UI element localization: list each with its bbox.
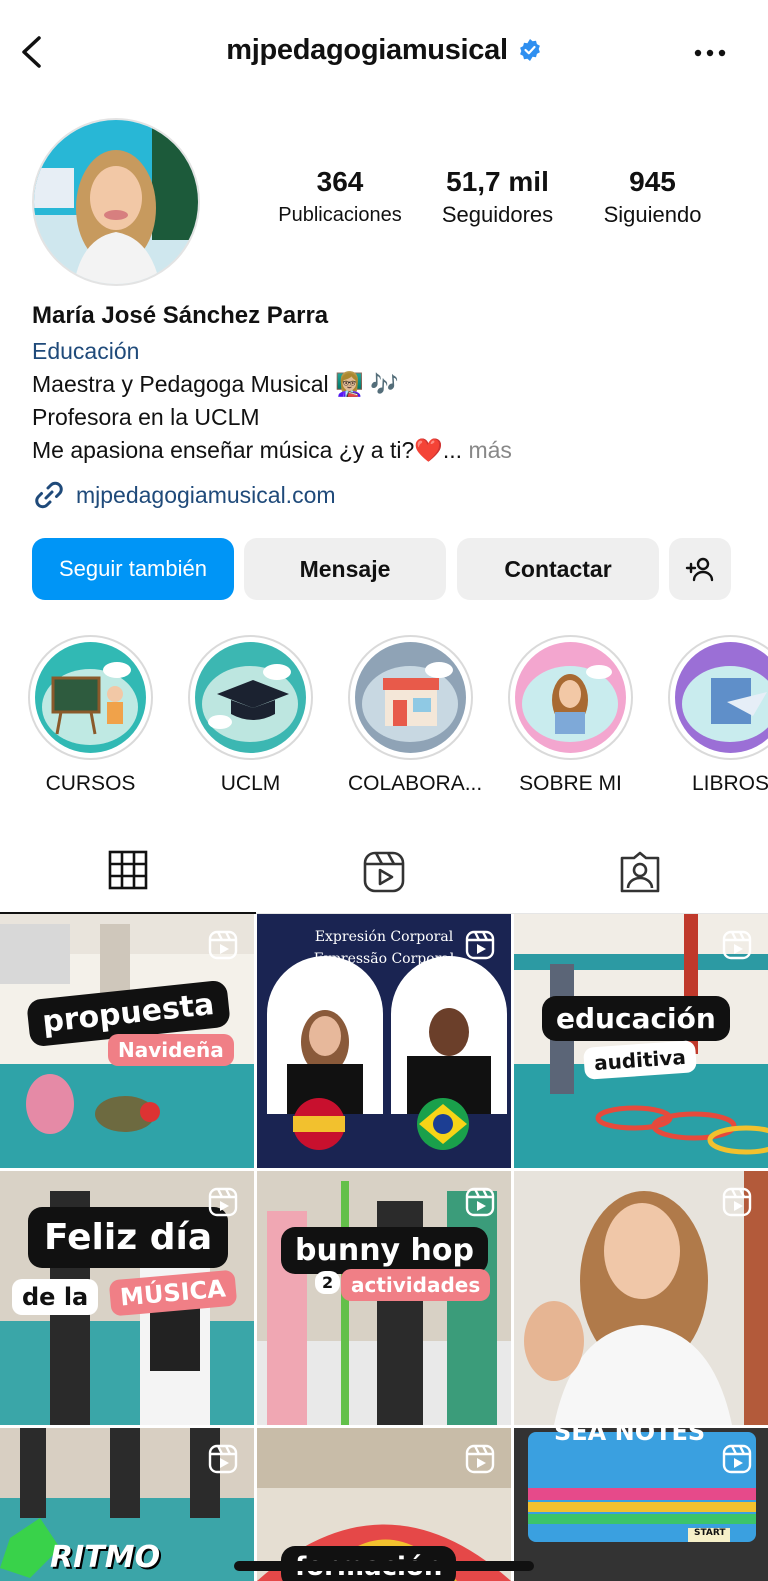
- avatar-photo: [34, 120, 198, 284]
- highlight-cover: [675, 642, 768, 753]
- following-count: 945: [629, 166, 676, 197]
- website-link[interactable]: mjpedagogiamusical.com: [32, 475, 752, 515]
- profile-avatar[interactable]: [32, 118, 200, 286]
- reel-indicator-icon: [208, 1444, 238, 1474]
- tagged-icon: [620, 851, 660, 893]
- post-subtitle-1: de la: [12, 1279, 99, 1315]
- post-tile[interactable]: bunny hop 2 actividades: [257, 1171, 511, 1425]
- highlight-cover: [35, 642, 146, 753]
- bio-line-3-text: Me apasiona enseñar música ¿y a ti?❤️...: [32, 437, 463, 463]
- top-bar: mjpedagogiamusical: [0, 0, 768, 106]
- highlight-ring: [668, 635, 768, 760]
- highlight-cursos[interactable]: CURSOS: [28, 635, 153, 796]
- message-button[interactable]: Mensaje: [244, 538, 446, 600]
- post-tile[interactable]: [514, 1171, 768, 1425]
- post-tile[interactable]: propuesta Navideña: [0, 914, 254, 1168]
- posts-label: Publicaciones: [278, 204, 402, 226]
- reel-indicator-icon: [722, 1187, 752, 1217]
- reel-indicator-icon: [465, 1444, 495, 1474]
- tab-grid[interactable]: [0, 838, 256, 914]
- post-subtitle: actividades: [341, 1269, 491, 1301]
- post-title: SEA NOTES: [554, 1428, 706, 1446]
- posts-stat[interactable]: 364 Publicaciones: [260, 165, 420, 231]
- reel-indicator-icon: [208, 930, 238, 960]
- profile-stats: 364 Publicaciones 51,7 mil Seguidores 94…: [260, 165, 740, 235]
- post-tile[interactable]: Feliz día de la MÚSICA: [0, 1171, 254, 1425]
- highlight-label: CURSOS: [45, 772, 136, 795]
- highlight-cover: [195, 642, 306, 753]
- highlight-ring: [188, 635, 313, 760]
- profile-bio: María José Sánchez Parra Educación Maest…: [32, 298, 752, 515]
- profile-username-header: mjpedagogiamusical: [0, 34, 768, 67]
- reels-icon: [363, 851, 405, 893]
- post-tile[interactable]: educación auditiva: [514, 914, 768, 1168]
- add-person-icon: [685, 557, 714, 582]
- more-horizontal-icon[interactable]: [692, 38, 728, 68]
- store-icon: [355, 642, 466, 753]
- graduation-cap-icon: [195, 642, 306, 753]
- display-name: María José Sánchez Parra: [32, 302, 329, 329]
- post-title: educación: [542, 996, 730, 1041]
- bio-more-link[interactable]: más: [462, 437, 511, 463]
- post-subtitle: Navideña: [108, 1034, 234, 1066]
- highlight-sobre-mi[interactable]: SOBRE MI: [508, 635, 633, 796]
- followers-label: Seguidores: [441, 202, 554, 227]
- post-tile[interactable]: formación: [257, 1428, 511, 1581]
- category-label: Educación: [32, 338, 140, 364]
- home-indicator[interactable]: [234, 1561, 534, 1571]
- highlight-ring: [28, 635, 153, 760]
- following-stat[interactable]: 945 Siguiendo: [585, 165, 720, 231]
- tab-reels[interactable]: [256, 838, 512, 914]
- highlight-label: COLABORA...: [348, 772, 483, 795]
- username: mjpedagogiamusical: [226, 34, 508, 66]
- reel-indicator-icon: [465, 1187, 495, 1217]
- book-icon: [675, 642, 768, 753]
- reel-indicator-icon: [208, 1187, 238, 1217]
- suggested-users-button[interactable]: [669, 538, 731, 600]
- content-tabs: [0, 838, 768, 914]
- classroom-board-icon: [35, 642, 146, 753]
- bio-line-3: Me apasiona enseñar música ¿y a ti?❤️...…: [32, 434, 752, 467]
- post-tile[interactable]: Expresión Corporal Expressão Corporal: [257, 914, 511, 1168]
- bio-line-2: Profesora en la UCLM: [32, 404, 260, 430]
- followers-count: 51,7 mil: [446, 166, 549, 197]
- person-avatar-icon: [515, 642, 626, 753]
- highlight-label: LIBROS: [691, 772, 768, 795]
- posts-count: 364: [316, 166, 364, 197]
- website-link-text: mjpedagogiamusical.com: [76, 482, 336, 508]
- grid-icon: [108, 850, 148, 890]
- post-number: 2: [315, 1271, 341, 1294]
- highlight-uclm[interactable]: UCLM: [188, 635, 313, 796]
- link-icon: [35, 481, 63, 509]
- post-title: Feliz día: [28, 1207, 229, 1268]
- highlight-colabora[interactable]: COLABORA...: [348, 635, 483, 796]
- verified-badge-icon: [519, 39, 540, 61]
- highlight-label: UCLM: [220, 772, 281, 795]
- highlight-libros[interactable]: LIBROS: [668, 635, 768, 796]
- highlight-cover: [355, 642, 466, 753]
- contact-button[interactable]: Contactar: [457, 538, 659, 600]
- highlight-cover: [515, 642, 626, 753]
- followers-stat[interactable]: 51,7 mil Seguidores: [425, 165, 570, 231]
- reel-indicator-icon: [465, 930, 495, 960]
- story-highlights: CURSOS UCLM COLABORA... SOBRE MI LIBROS: [0, 635, 768, 805]
- tab-tagged[interactable]: [512, 838, 768, 914]
- post-title: bunny hop: [281, 1227, 488, 1274]
- post-tile[interactable]: RITMO: [0, 1428, 254, 1581]
- following-label: Siguiendo: [603, 202, 702, 227]
- post-start-label: START: [694, 1528, 726, 1538]
- bio-line-1: Maestra y Pedagoga Musical 👩🏼‍🏫 🎶: [32, 371, 399, 397]
- highlight-label: SOBRE MI: [519, 772, 622, 795]
- post-tile[interactable]: SEA NOTES START: [514, 1428, 768, 1581]
- highlight-ring: [508, 635, 633, 760]
- reel-indicator-icon: [722, 930, 752, 960]
- highlight-ring: [348, 635, 473, 760]
- post-title: RITMO: [50, 1540, 161, 1575]
- follow-back-button[interactable]: Seguir también: [32, 538, 234, 600]
- reel-indicator-icon: [722, 1444, 752, 1474]
